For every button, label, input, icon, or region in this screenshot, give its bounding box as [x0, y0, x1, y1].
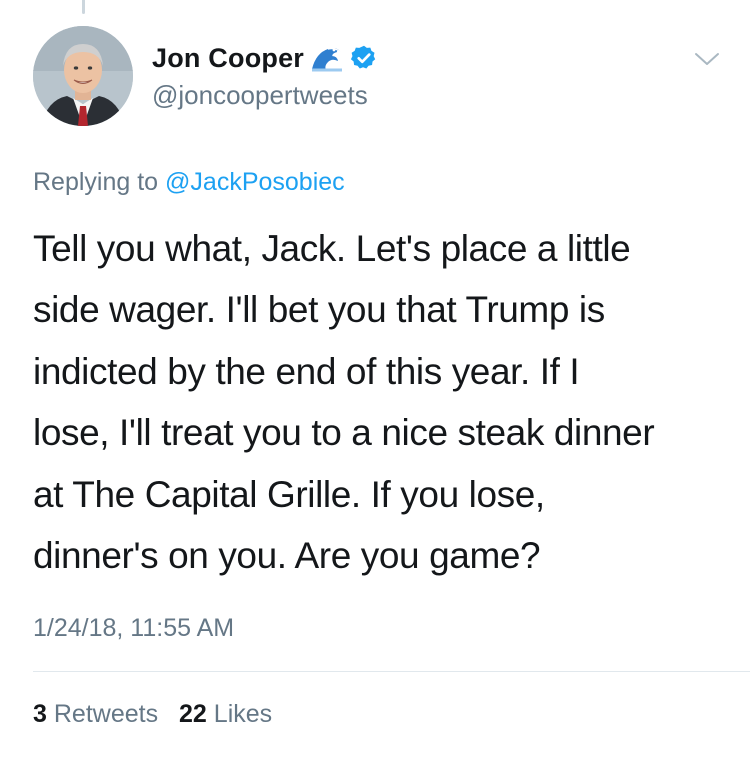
avatar-image [33, 26, 133, 126]
verified-badge-icon [350, 44, 378, 72]
tweet-text-line: Tell you what, Jack. Let's place a littl… [33, 228, 631, 269]
likes-label: Likes [213, 700, 273, 728]
display-name[interactable]: Jon Cooper [152, 43, 304, 74]
thread-connector-line [82, 0, 85, 14]
likes-stat[interactable]: 22 Likes [179, 700, 272, 728]
tweet-text-line: indicted by the end of this year. If I [33, 350, 580, 392]
retweets-label: Retweets [53, 700, 159, 728]
tweet-text-line: lose, I'll treat you to a nice steak din… [33, 412, 655, 454]
likes-count: 22 [179, 700, 207, 728]
author-handle[interactable]: @joncoopertweets [152, 80, 368, 111]
retweets-count: 3 [33, 700, 47, 728]
tweet-text-line: dinner's on you. Are you game? [33, 535, 541, 577]
stats-divider [33, 671, 750, 672]
tweet-text-line: side wager. I'll bet you that Trump is [33, 289, 605, 331]
tweet-timestamp[interactable]: 1/24/18, 11:55 AM [33, 614, 234, 643]
chevron-down-icon[interactable] [692, 48, 722, 70]
tweet-text-line: at The Capital Grille. If you lose, [33, 473, 545, 515]
wave-icon [310, 43, 344, 73]
author-name-row[interactable]: Jon Cooper [152, 40, 378, 76]
replying-to-line: Replying to @JackPosobiec [33, 168, 345, 197]
engagement-stats: 3 Retweets 22 Likes [33, 700, 286, 729]
retweets-stat[interactable]: 3 Retweets [33, 700, 165, 728]
avatar[interactable] [33, 26, 133, 126]
tweet-text: Tell you what, Jack. Let's place a littl… [33, 218, 723, 586]
replying-to-mention-link[interactable]: @JackPosobiec [165, 168, 345, 196]
replying-to-label: Replying to [33, 168, 159, 196]
